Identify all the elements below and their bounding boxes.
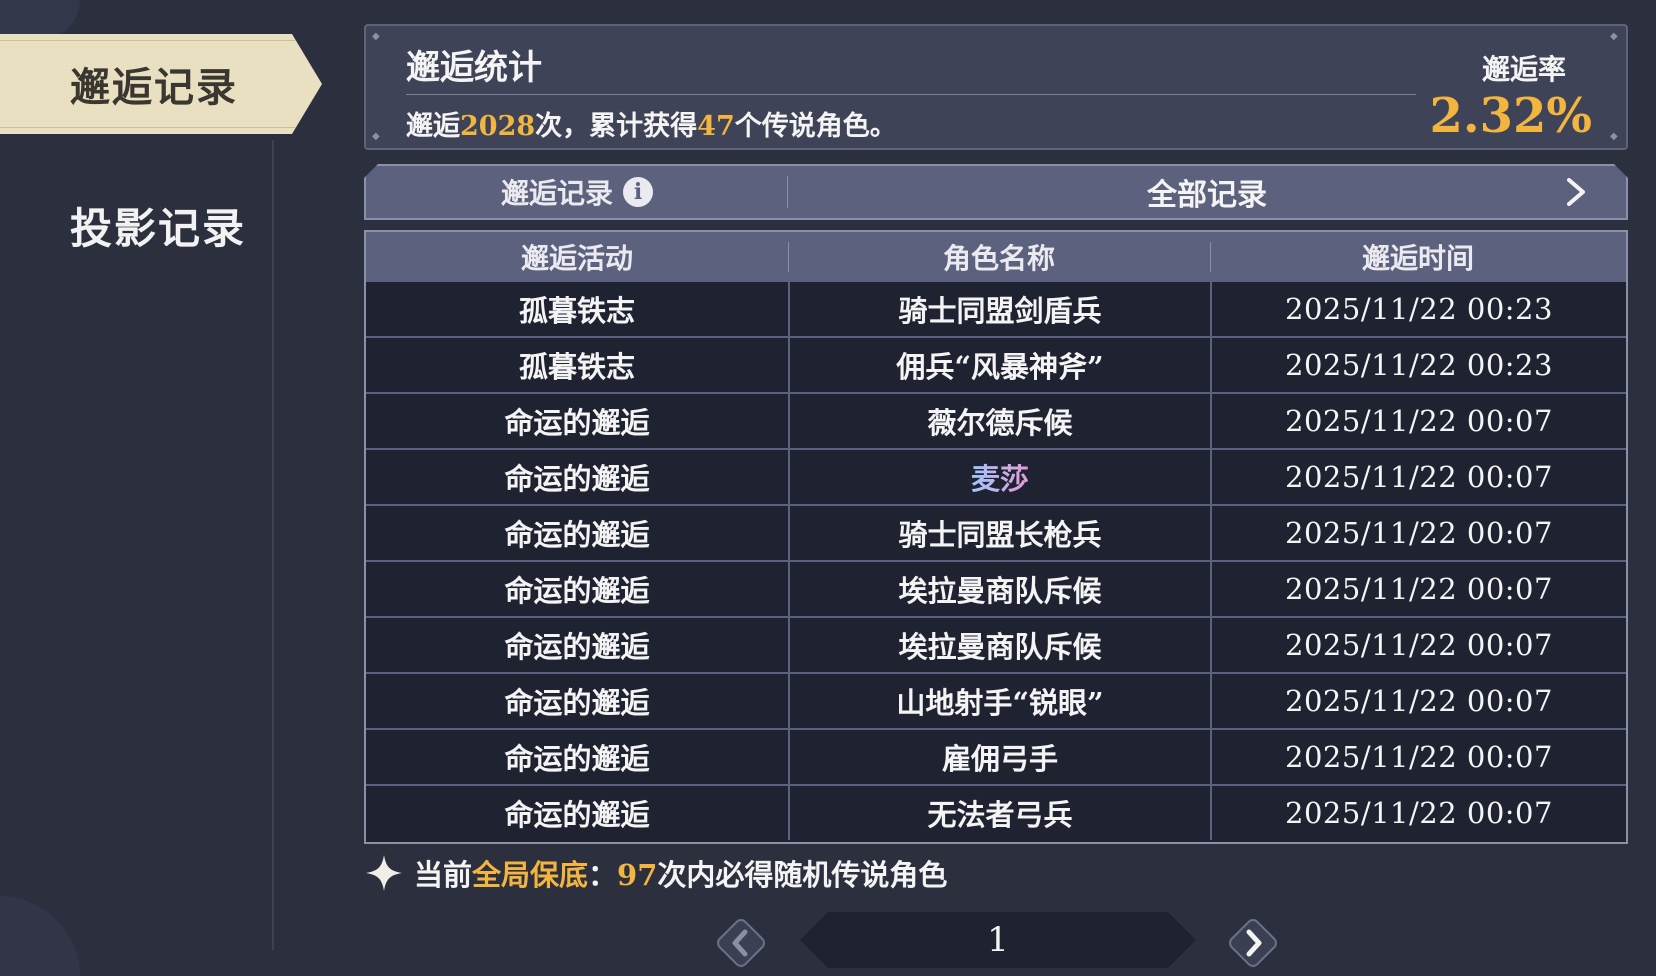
stats-summary: 邂逅2028次，累计获得47个传说角色。 [406,104,897,143]
page-indicator: 1 [800,912,1196,968]
time-cell: 2025/11/22 00:07 [1210,674,1626,728]
filter-selected-value: 全部记录 [1147,178,1267,213]
tab-projection-records[interactable]: 投影记录 [70,195,246,256]
event-cell: 命运的邂逅 [504,742,650,776]
table-header: 邂逅活动 角色名称 邂逅时间 [366,232,1626,282]
time-cell: 2025/11/22 00:07 [1210,786,1626,840]
character-cell: 埃拉曼商队斥候 [788,618,1210,672]
page-number: 1 [987,920,1009,960]
previous-page-button[interactable] [712,914,770,972]
table-row: 命运的邂逅 雇佣弓手 2025/11/22 00:07 [366,728,1626,784]
sidebar-divider [272,140,274,950]
table-row: 命运的邂逅 骑士同盟长枪兵 2025/11/22 00:07 [366,504,1626,560]
legendary-count: 47 [697,111,735,142]
rate-label: 邂逅率 [1481,53,1566,86]
event-cell: 命运的邂逅 [504,406,650,440]
event-cell: 命运的邂逅 [504,686,650,720]
table-row: 命运的邂逅 埃拉曼商队斥候 2025/11/22 00:07 [366,560,1626,616]
corner-dot: ◆ [1610,31,1618,42]
time-cell: 2025/11/22 00:07 [1210,562,1626,616]
time-cell: 2025/11/22 00:23 [1210,282,1626,336]
sidebar: 邂逅记录 投影记录 [0,0,322,976]
event-cell: 命运的邂逅 [504,462,650,496]
time-cell: 2025/11/22 00:07 [1210,450,1626,504]
corner-dot: ◆ [372,31,380,42]
table-row: 命运的邂逅 无法者弓兵 2025/11/22 00:07 [366,784,1626,840]
filter-bar: 邂逅记录 i 全部记录 [364,164,1628,220]
character-cell: 薇尔德斥候 [788,394,1210,448]
guarantee-colon: ： [588,858,618,892]
column-header-time: 邂逅时间 [1210,232,1626,282]
event-cell: 命运的邂逅 [504,518,650,552]
summary-suffix: 个传说角色。 [734,111,897,142]
next-page-button[interactable] [1224,914,1282,972]
guarantee-prefix: 当前 [414,858,473,892]
table-row: 命运的邂逅 埃拉曼商队斥候 2025/11/22 00:07 [366,616,1626,672]
tab-label: 邂逅记录 [70,64,238,111]
table-body: 孤暮铁志 骑士同盟剑盾兵 2025/11/22 00:23 孤暮铁志 佣兵“风暴… [366,282,1626,840]
event-cell: 命运的邂逅 [504,574,650,608]
rate-value: 2.32% [1429,88,1592,144]
column-header-event: 邂逅活动 [520,242,633,275]
table-row: 命运的邂逅 麦莎 2025/11/22 00:07 [366,448,1626,504]
table-row: 孤暮铁志 骑士同盟剑盾兵 2025/11/22 00:23 [366,282,1626,336]
chevron-right-icon[interactable] [1560,176,1592,208]
summary-mid: 次，累计获得 [535,111,698,142]
guarantee-note: 当前全局保底：97次内必得随机传说角色 [364,852,947,894]
time-cell: 2025/11/22 00:07 [1210,730,1626,784]
guarantee-label: 全局保底 [472,858,589,892]
corner-dot: ◆ [1610,131,1618,142]
record-filter-select[interactable]: 全部记录 [788,166,1626,218]
divider [406,94,1416,95]
character-cell: 佣兵“风暴神斧” [788,338,1210,392]
character-cell: 埃拉曼商队斥候 [788,562,1210,616]
total-encounters: 2028 [460,111,536,142]
table-row: 命运的邂逅 山地射手“锐眼” 2025/11/22 00:07 [366,672,1626,728]
summary-prefix: 邂逅 [406,111,460,142]
tab-encounter-records[interactable]: 邂逅记录 [0,34,322,134]
guarantee-text: 当前全局保底：97次内必得随机传说角色 [414,852,947,894]
table-row: 孤暮铁志 佣兵“风暴神斧” 2025/11/22 00:23 [366,336,1626,392]
time-cell: 2025/11/22 00:07 [1210,618,1626,672]
sparkle-icon [366,855,402,891]
filter-label: 邂逅记录 [500,177,613,210]
character-cell: 骑士同盟剑盾兵 [788,282,1210,336]
event-cell: 孤暮铁志 [518,350,635,384]
stats-panel: ◆ ◆ ◆ ◆ 邂逅统计 邂逅2028次，累计获得47个传说角色。 邂逅率 2.… [364,24,1628,150]
records-table: 邂逅活动 角色名称 邂逅时间 孤暮铁志 骑士同盟剑盾兵 2025/11/22 0… [364,230,1628,844]
event-cell: 命运的邂逅 [504,798,650,832]
info-icon[interactable]: i [623,177,653,207]
time-cell: 2025/11/22 00:07 [1210,394,1626,448]
time-cell: 2025/11/22 00:07 [1210,506,1626,560]
event-cell: 孤暮铁志 [518,294,635,328]
filter-label-group: 邂逅记录 i [366,166,788,218]
time-cell: 2025/11/22 00:23 [1210,338,1626,392]
character-cell: 麦莎 [788,450,1210,504]
table-row: 命运的邂逅 薇尔德斥候 2025/11/22 00:07 [366,392,1626,448]
guarantee-suffix: 次内必得随机传说角色 [657,858,948,892]
character-cell: 骑士同盟长枪兵 [788,506,1210,560]
character-cell: 山地射手“锐眼” [788,674,1210,728]
character-cell: 雇佣弓手 [788,730,1210,784]
character-cell: 无法者弓兵 [788,786,1210,840]
corner-dot: ◆ [372,131,380,142]
event-cell: 命运的邂逅 [504,630,650,664]
stats-title: 邂逅统计 [406,48,542,88]
column-header-character: 角色名称 [788,232,1210,282]
rare-character-name: 麦莎 [971,456,1029,498]
guarantee-count: 97 [617,858,658,892]
